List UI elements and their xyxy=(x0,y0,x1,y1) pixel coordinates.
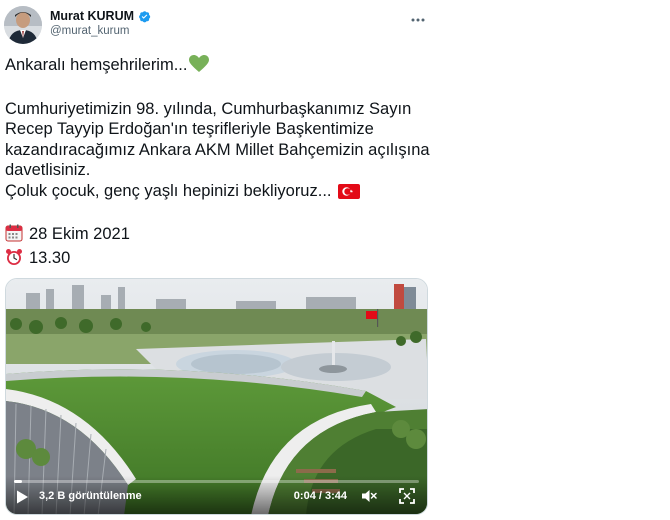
calendar-icon xyxy=(5,224,23,248)
event-time: 13.30 xyxy=(29,248,71,267)
video-player[interactable]: 3,2 B görüntülenme 0:04 / 3:44 xyxy=(5,278,428,515)
video-controls: 3,2 B görüntülenme 0:04 / 3:44 xyxy=(6,476,427,514)
tweet-line-greeting: Ankaralı hemşehrilerim... xyxy=(5,55,433,79)
tweet: Murat KURUM @murat_kurum Ankaralı hemşeh… xyxy=(0,0,440,520)
more-options-button[interactable] xyxy=(408,10,428,30)
tweet-line-invite: Çoluk çocuk, genç yaşlı hepinizi bekliyo… xyxy=(5,181,433,205)
alarm-clock-icon xyxy=(5,248,23,272)
fullscreen-button[interactable] xyxy=(399,488,415,504)
time-line: 13.30 xyxy=(5,248,433,272)
avatar[interactable] xyxy=(4,6,42,44)
turkey-flag-icon xyxy=(338,183,361,205)
verified-badge-icon xyxy=(138,10,151,23)
tweet-paragraph: Cumhuriyetimizin 98. yılında, Cumhurbaşk… xyxy=(5,99,430,180)
fullscreen-icon xyxy=(399,488,415,504)
handle[interactable]: @murat_kurum xyxy=(50,25,151,37)
display-name[interactable]: Murat KURUM xyxy=(50,9,134,23)
mute-button[interactable] xyxy=(361,488,377,504)
play-icon xyxy=(17,490,28,504)
name-row: Murat KURUM xyxy=(50,9,151,23)
date-line: 28 Ekim 2021 xyxy=(5,224,433,248)
play-button[interactable] xyxy=(14,489,30,505)
progress-bar[interactable] xyxy=(14,480,419,483)
view-count: 3,2 B görüntülenme xyxy=(39,490,142,502)
video-timestamp: 0:04 / 3:44 xyxy=(293,490,347,502)
greeting-text: Ankaralı hemşehrilerim... xyxy=(5,56,188,74)
author-names: Murat KURUM @murat_kurum xyxy=(50,9,151,37)
tweet-header: Murat KURUM @murat_kurum xyxy=(4,6,434,46)
event-date: 28 Ekim 2021 xyxy=(29,225,130,243)
green-heart-icon xyxy=(189,55,210,79)
more-dots-icon xyxy=(411,18,425,22)
progress-fill xyxy=(14,480,23,483)
tweet-text: Ankaralı hemşehrilerim... Cumhuriyetimiz… xyxy=(5,55,433,271)
invite-text: Çoluk çocuk, genç yaşlı hepinizi bekliyo… xyxy=(5,181,332,200)
volume-muted-icon xyxy=(362,490,377,502)
